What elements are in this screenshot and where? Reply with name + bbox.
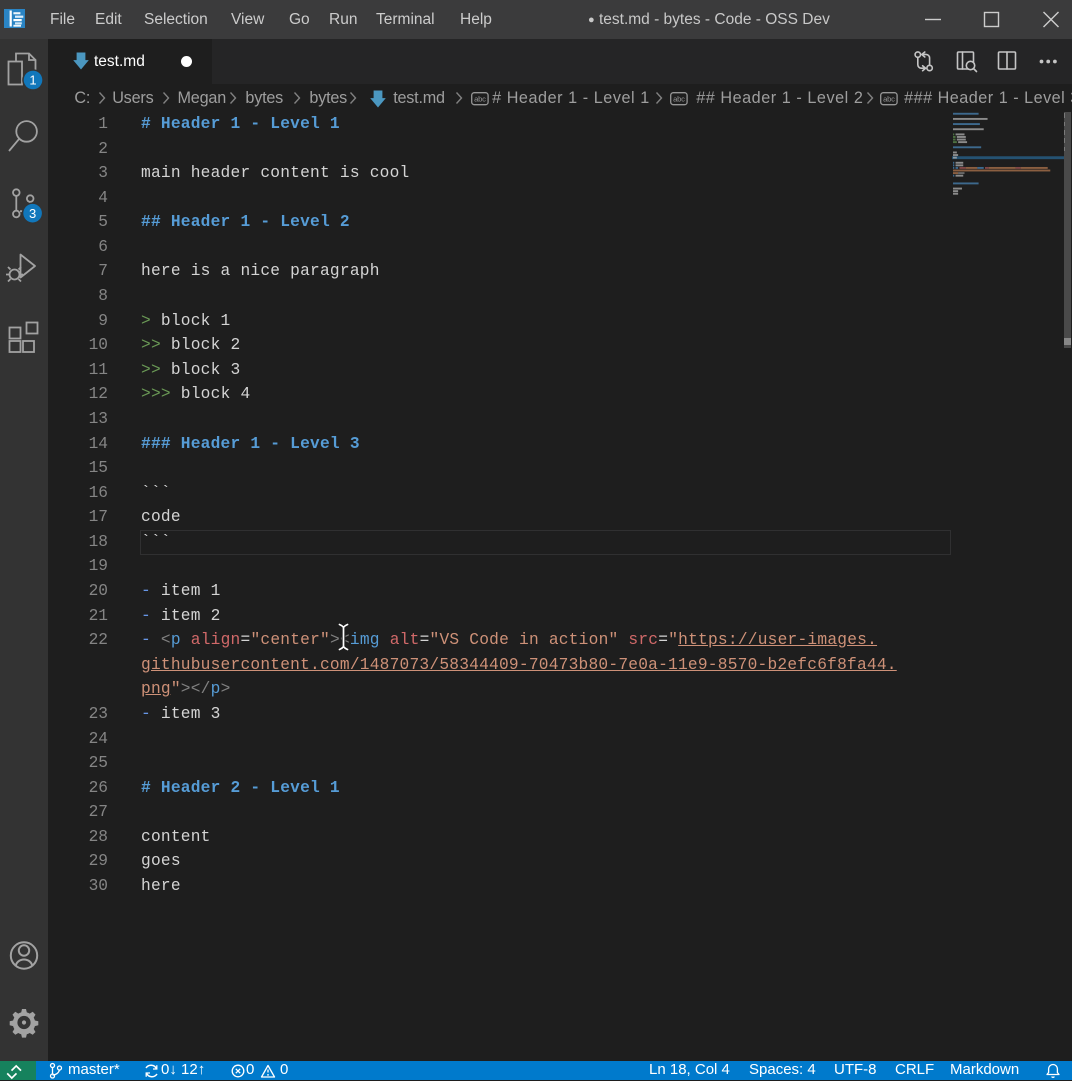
svg-text:abc: abc bbox=[673, 94, 685, 103]
svg-text:1: 1 bbox=[29, 73, 36, 88]
svg-text:3: 3 bbox=[29, 206, 36, 221]
svg-text:abc: abc bbox=[474, 94, 486, 103]
svg-text:abc: abc bbox=[883, 94, 895, 103]
